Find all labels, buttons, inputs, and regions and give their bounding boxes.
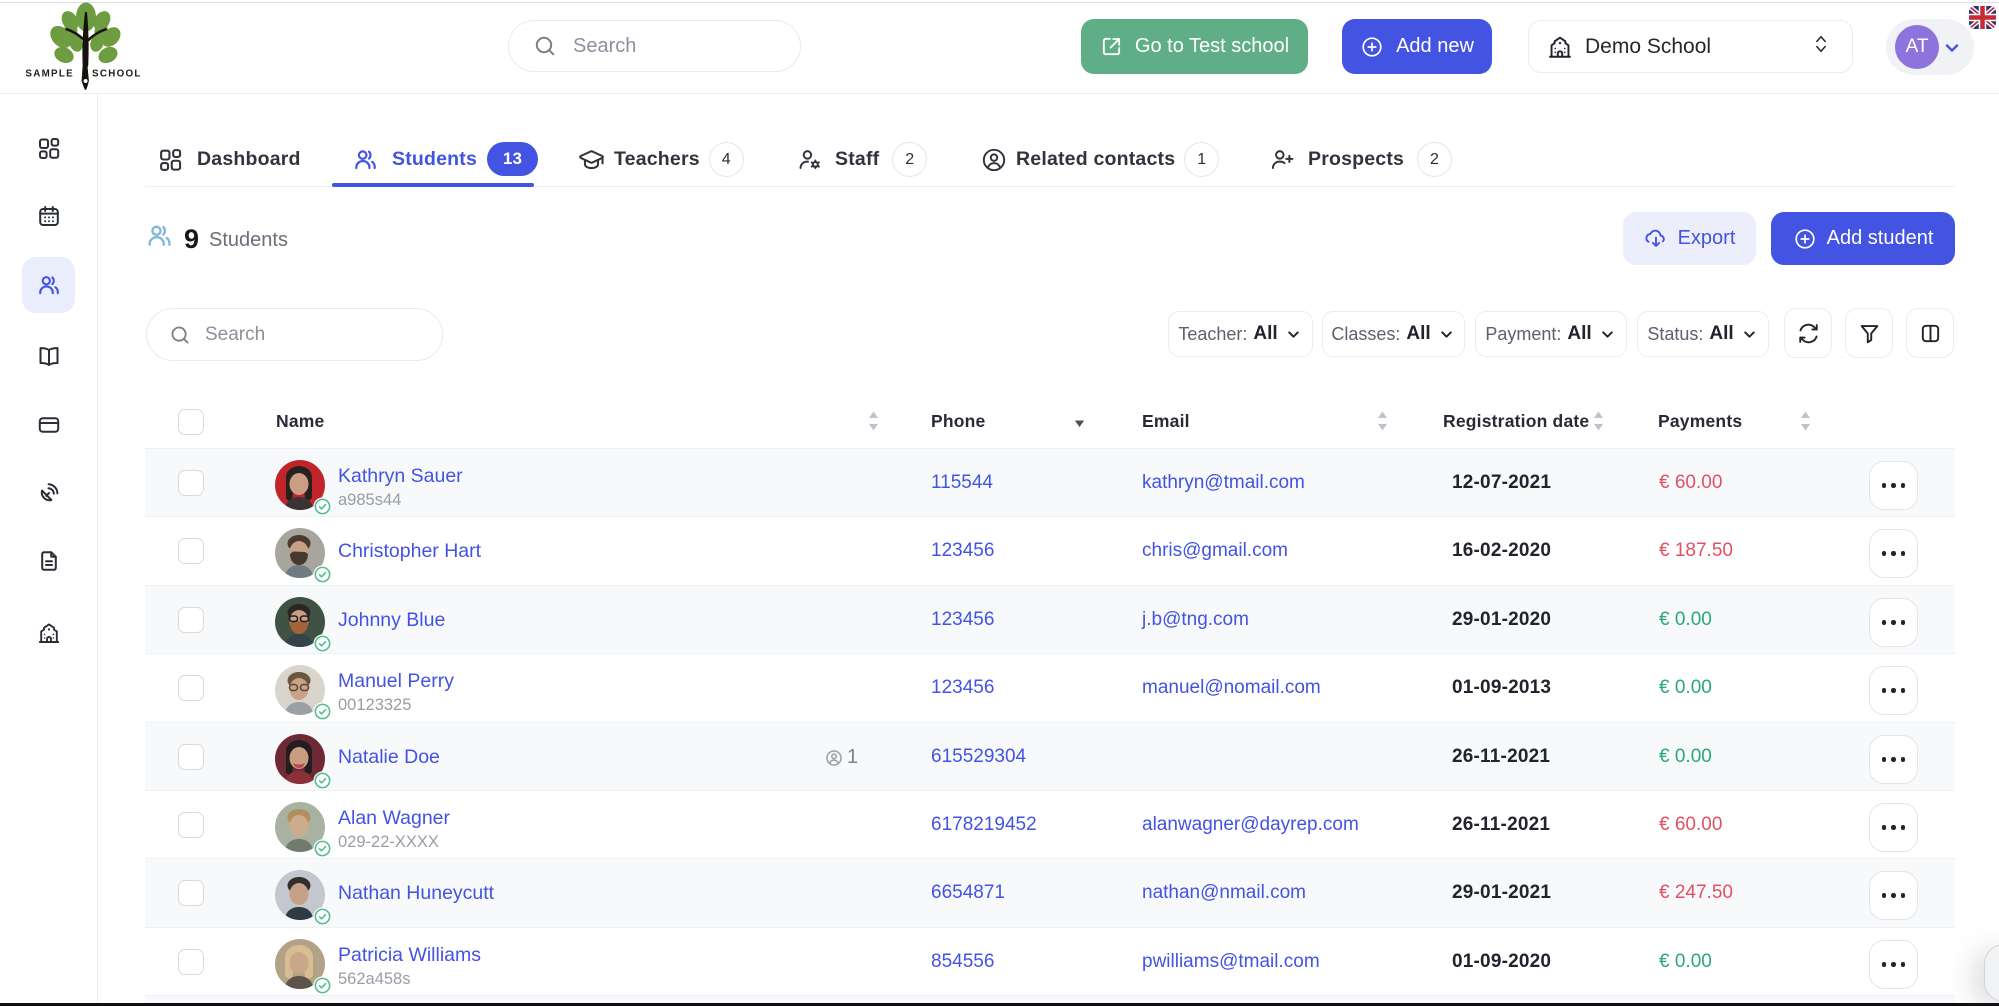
svg-text:SCHOOL: SCHOOL — [92, 69, 142, 80]
svg-text:SAMPLE: SAMPLE — [25, 69, 74, 80]
